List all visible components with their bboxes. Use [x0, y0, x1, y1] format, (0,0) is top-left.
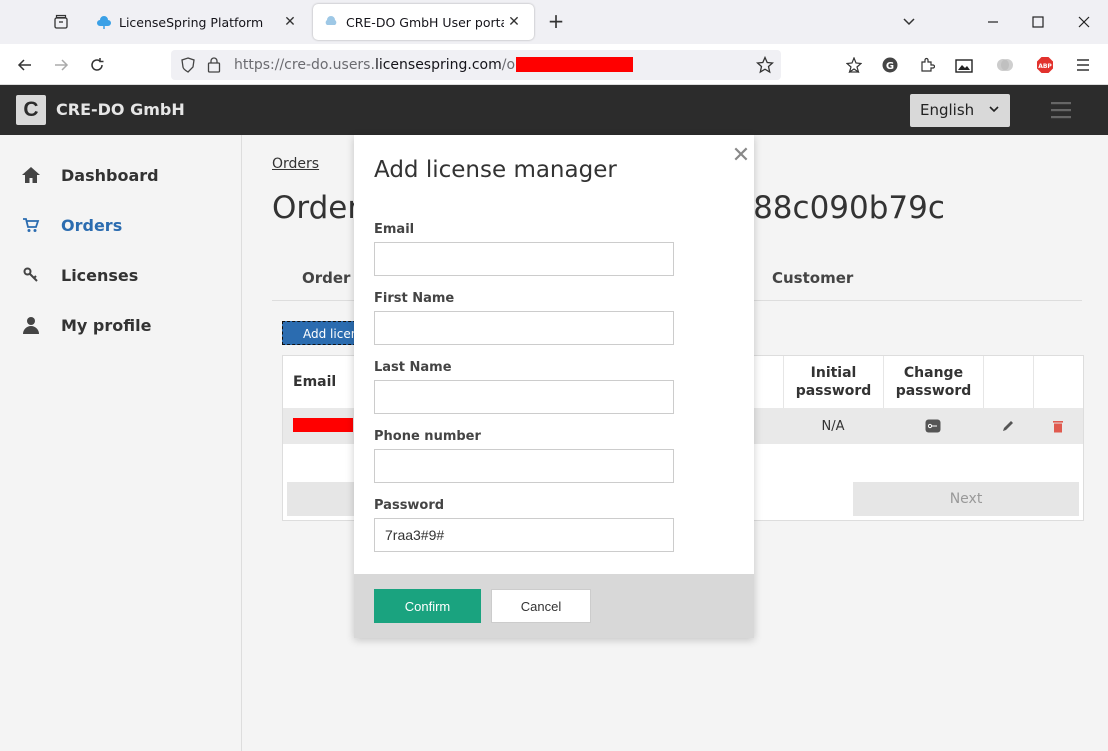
- column-header-initial-password: Initial password: [783, 356, 883, 408]
- language-select[interactable]: English: [910, 94, 1010, 127]
- close-tab-icon[interactable]: ✕: [280, 14, 300, 30]
- confirm-button[interactable]: Confirm: [374, 589, 481, 623]
- redacted-email: [293, 418, 353, 432]
- column-header-change-password: Change password: [883, 356, 983, 408]
- first-name-label: First Name: [374, 291, 455, 306]
- page-title-right: e88c090b79c: [734, 190, 945, 226]
- sidebar-item-my-profile[interactable]: My profile: [20, 310, 151, 340]
- first-name-field[interactable]: [374, 311, 674, 345]
- sidebar-item-orders[interactable]: Orders: [20, 210, 122, 240]
- previous-button[interactable]: [287, 482, 357, 516]
- sidebar-item-label: Orders: [61, 215, 123, 235]
- phone-number-label: Phone number: [374, 429, 481, 444]
- cart-icon: [20, 217, 42, 233]
- brand-name[interactable]: CRE-DO GmbH: [56, 100, 185, 119]
- shield-icon[interactable]: [180, 57, 196, 73]
- address-bar[interactable]: https://cre-do.users.licensespring.com/o…: [171, 50, 781, 80]
- url-host: licensespring.com: [374, 57, 502, 73]
- breadcrumb-orders[interactable]: Orders: [272, 156, 319, 172]
- column-header-delete: [1033, 356, 1084, 408]
- sidebar: Dashboard Orders Licenses My profile: [0, 135, 242, 751]
- delete-trash-icon[interactable]: [1033, 408, 1083, 444]
- close-tab-icon[interactable]: ✕: [504, 14, 524, 30]
- home-icon: [20, 166, 42, 184]
- cloud-favicon-icon: [325, 16, 337, 25]
- chevron-down-icon: [989, 106, 999, 113]
- password-label: Password: [374, 498, 445, 513]
- lock-icon[interactable]: [207, 56, 221, 73]
- grammarly-icon[interactable]: G: [877, 52, 903, 78]
- close-window-icon[interactable]: [1072, 10, 1096, 34]
- tab-title: CRE-DO GmbH User portal: [346, 14, 504, 30]
- bookmark-star-icon[interactable]: [756, 56, 774, 74]
- password-field[interactable]: [374, 518, 674, 552]
- change-password-key-icon[interactable]: [883, 408, 983, 444]
- url-text: https://cre-do.users.licensespring.com/o…: [234, 57, 556, 73]
- brand-logo[interactable]: C: [16, 95, 46, 125]
- back-arrow-icon[interactable]: [12, 52, 38, 78]
- minimize-icon[interactable]: [981, 10, 1005, 34]
- close-icon[interactable]: ✕: [731, 143, 751, 168]
- tab-list-chevron-icon[interactable]: [897, 10, 921, 34]
- sidebar-item-label: My profile: [61, 315, 152, 335]
- svg-text:G: G: [886, 61, 894, 72]
- tab-title: LicenseSpring Platform: [119, 14, 264, 30]
- pocket-star-icon[interactable]: [841, 52, 867, 78]
- email-field[interactable]: [374, 242, 674, 276]
- cloud-favicon-icon: [97, 16, 111, 29]
- reload-icon[interactable]: [84, 52, 110, 78]
- user-icon: [20, 316, 42, 334]
- forward-arrow-icon[interactable]: [48, 52, 74, 78]
- extension-circles-icon[interactable]: [992, 52, 1018, 78]
- svg-text:ABP: ABP: [1038, 63, 1052, 70]
- sidebar-item-label: Dashboard: [61, 165, 159, 185]
- cancel-button[interactable]: Cancel: [491, 589, 591, 623]
- phone-number-field[interactable]: [374, 449, 674, 483]
- last-name-label: Last Name: [374, 360, 452, 375]
- sidebar-item-licenses[interactable]: Licenses: [20, 260, 138, 290]
- tab-overview-icon[interactable]: [49, 10, 73, 34]
- language-value: English: [920, 101, 975, 119]
- next-button[interactable]: Next: [853, 482, 1079, 516]
- modal-footer: Confirm Cancel: [354, 574, 754, 638]
- adblock-plus-icon[interactable]: ABP: [1032, 52, 1058, 78]
- column-header-edit: [983, 356, 1033, 408]
- email-label: Email: [374, 222, 415, 237]
- hamburger-menu-icon[interactable]: [1051, 101, 1071, 119]
- sidebar-item-dashboard[interactable]: Dashboard: [20, 160, 159, 190]
- modal-title: Add license manager: [374, 157, 617, 183]
- key-icon: [20, 267, 42, 283]
- tab-licensespring-platform[interactable]: LicenseSpring Platform ✕: [86, 4, 310, 40]
- tab-cre-do-user-portal[interactable]: CRE-DO GmbH User portal ✕: [313, 4, 534, 40]
- edit-pencil-icon[interactable]: [983, 408, 1033, 444]
- screenshot-extension-icon[interactable]: [951, 52, 977, 78]
- browser-menu-icon[interactable]: [1070, 52, 1096, 78]
- maximize-icon[interactable]: [1026, 10, 1050, 34]
- sidebar-item-label: Licenses: [61, 265, 139, 285]
- redacted-order-id: [516, 57, 633, 72]
- url-prefix: https://cre-do.users.: [234, 57, 375, 73]
- tab-customer[interactable]: Customer: [772, 269, 853, 287]
- add-license-manager-modal: ✕ Add license manager Email First Name L…: [354, 135, 754, 638]
- extensions-puzzle-icon[interactable]: [914, 52, 940, 78]
- browser-tab-bar: LicenseSpring Platform ✕ CRE-DO GmbH Use…: [0, 0, 1108, 44]
- initial-password-cell: N/A: [821, 418, 845, 434]
- new-tab-button[interactable]: +: [545, 11, 567, 33]
- last-name-field[interactable]: [374, 380, 674, 414]
- app-header: C CRE-DO GmbH English: [0, 85, 1108, 135]
